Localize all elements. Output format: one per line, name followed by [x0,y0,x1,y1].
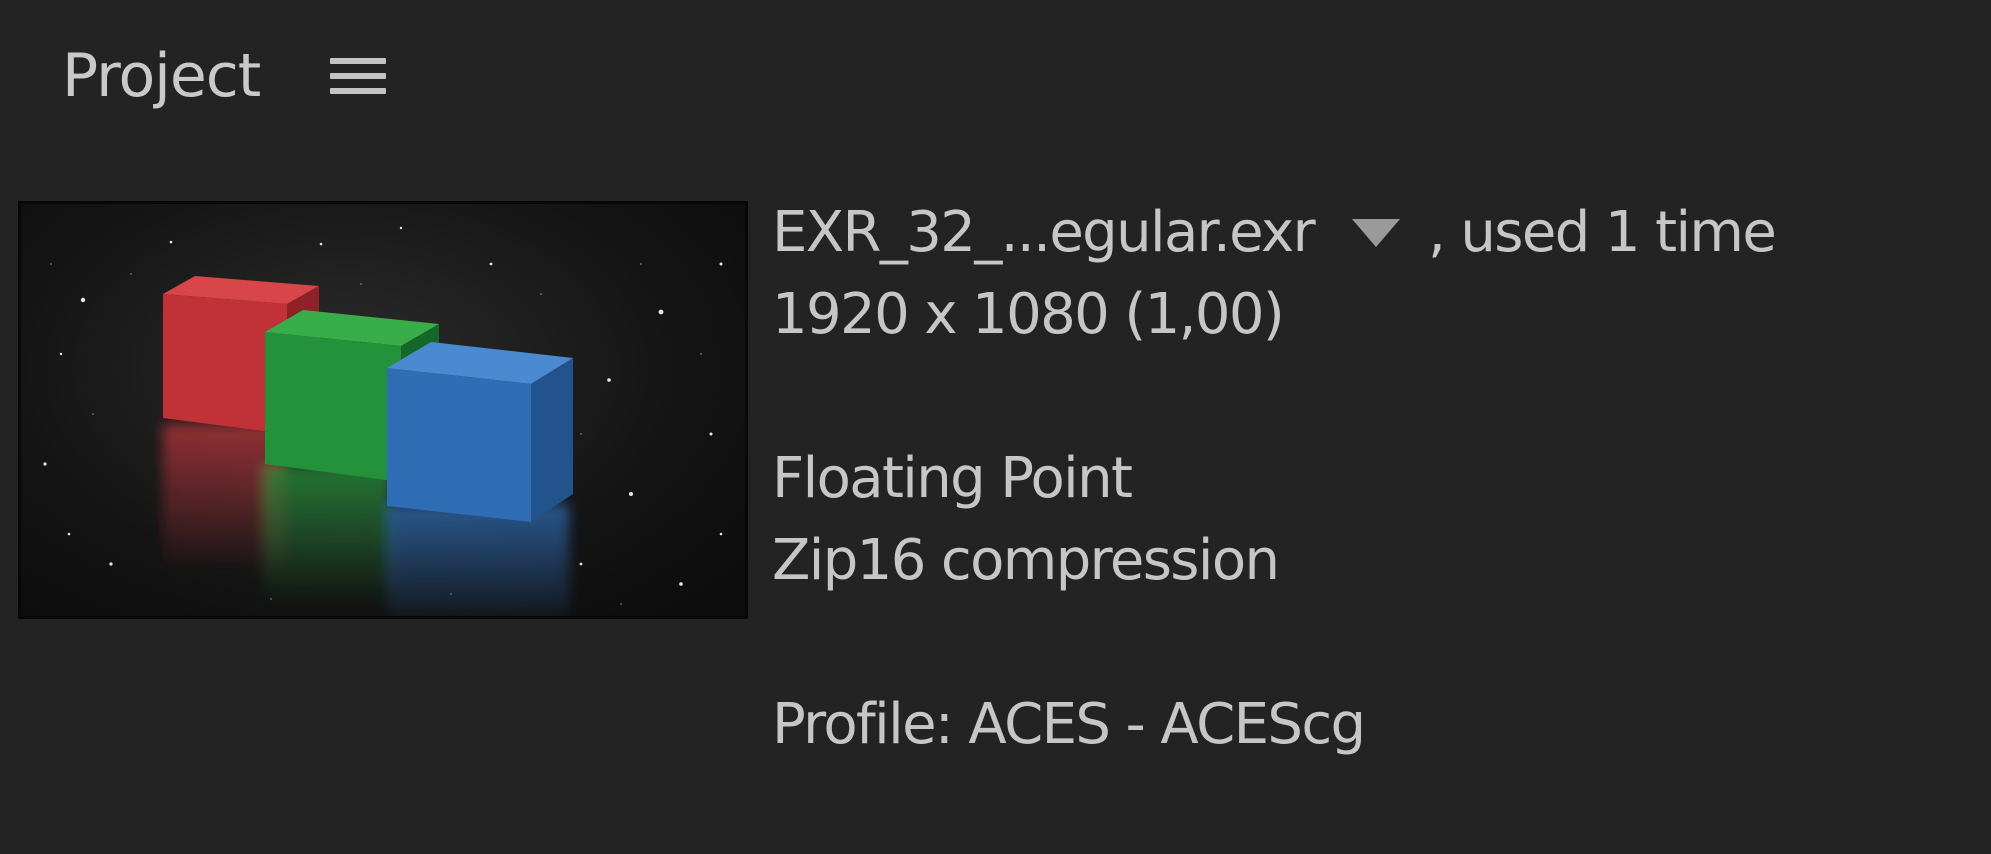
hamburger-menu-icon[interactable] [330,36,387,116]
blue-cube [387,342,573,522]
footage-compression: Zip16 compression [772,528,1280,593]
footage-dimensions: 1920 x 1080 (1,00) [772,282,1285,347]
footage-thumbnail [18,201,748,619]
usage-count: , used 1 time [1428,200,1777,265]
triangle-down-icon[interactable] [1352,219,1401,247]
rgb-cubes-image [43,226,723,616]
filename-row: EXR_32_...egular.exr , used 1 time [772,192,1777,274]
project-panel: Project EXR_32_...egular.exr , used 1 ti… [0,0,1991,854]
footage-info: EXR_32_...egular.exr , used 1 time 1920 … [772,192,1777,766]
footage-filename: EXR_32_...egular.exr [772,200,1316,265]
panel-title[interactable]: Project [62,36,261,116]
footage-bit-depth: Floating Point [772,446,1133,511]
footage-color-profile: Profile: ACES - ACEScg [772,692,1366,757]
panel-header: Project [62,36,387,116]
